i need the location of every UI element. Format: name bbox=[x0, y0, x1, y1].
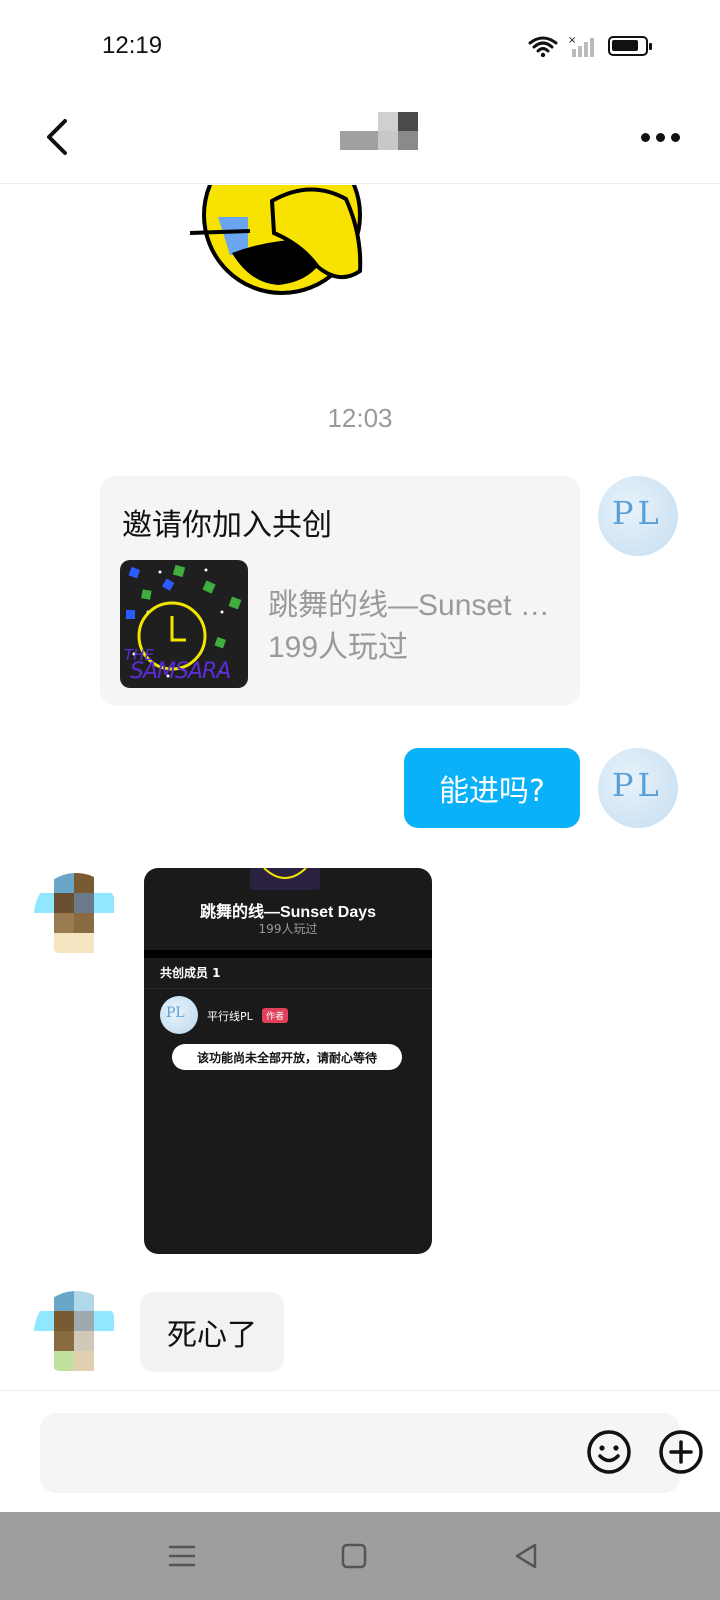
screenshot-divider bbox=[144, 950, 432, 958]
contact-avatar[interactable] bbox=[34, 873, 118, 957]
game-thumbnail: THE SAMSARA bbox=[120, 560, 248, 688]
status-bar: 12:19 × bbox=[0, 0, 720, 92]
chat-messages[interactable]: 12:03 邀请你加入共创 THE SAMSARA 跳舞的线—Sunset Da… bbox=[0, 185, 720, 1390]
status-time: 12:19 bbox=[102, 32, 163, 59]
status-icons: × bbox=[528, 34, 652, 58]
signal-icon: × bbox=[568, 35, 594, 57]
invite-card-title: 邀请你加入共创 bbox=[122, 508, 332, 543]
contact-avatar[interactable] bbox=[34, 1291, 118, 1375]
battery-icon bbox=[608, 36, 652, 56]
screenshot-game-thumb bbox=[250, 868, 320, 890]
message-input[interactable] bbox=[40, 1413, 703, 1493]
home-icon[interactable] bbox=[338, 1540, 370, 1572]
image-message[interactable]: 跳舞的线—Sunset Days 199人玩过 共创成员 1 PL 平行线PL … bbox=[144, 868, 432, 1254]
screenshot-play-count: 199人玩过 bbox=[258, 922, 318, 936]
more-button[interactable] bbox=[636, 122, 684, 152]
message-timestamp: 12:03 bbox=[327, 403, 393, 433]
plus-button[interactable] bbox=[658, 1429, 704, 1475]
screenshot-member-avatar: PL bbox=[160, 996, 198, 1034]
my-message-bubble[interactable]: 能进吗? bbox=[404, 748, 580, 828]
plus-circle-icon bbox=[659, 1430, 703, 1474]
back-button[interactable] bbox=[36, 112, 76, 162]
invite-card[interactable]: 邀请你加入共创 THE SAMSARA 跳舞的线—Sunset Days 199… bbox=[100, 476, 580, 706]
system-nav-bar bbox=[0, 1512, 720, 1600]
emoji-icon bbox=[587, 1430, 631, 1474]
my-avatar[interactable]: PL bbox=[598, 748, 678, 828]
screenshot-separator bbox=[144, 988, 432, 989]
back-nav-icon[interactable] bbox=[510, 1540, 542, 1572]
wifi-icon bbox=[528, 36, 558, 58]
contact-message-bubble[interactable]: 死心了 bbox=[140, 1292, 284, 1372]
avatar-text: PL bbox=[612, 766, 663, 804]
invite-card-game-name: 跳舞的线—Sunset Days bbox=[268, 589, 558, 622]
chat-header bbox=[0, 92, 720, 184]
menu-icon[interactable] bbox=[166, 1540, 198, 1572]
contact-name-pixelated bbox=[340, 112, 418, 150]
input-bar bbox=[0, 1390, 720, 1512]
my-avatar[interactable]: PL bbox=[598, 476, 678, 556]
screenshot-members-label: 共创成员 1 bbox=[160, 966, 221, 980]
screenshot-game-title: 跳舞的线—Sunset Days bbox=[199, 904, 377, 921]
emoji-button[interactable] bbox=[586, 1429, 632, 1475]
screenshot-member-name: 平行线PL bbox=[207, 1010, 253, 1023]
svg-text:SAMSARA: SAMSARA bbox=[130, 659, 230, 684]
emoji-sticker[interactable] bbox=[190, 185, 390, 305]
invite-card-play-count: 199人玩过 bbox=[268, 631, 409, 664]
screenshot-author-badge: 作者 bbox=[262, 1008, 289, 1023]
screenshot-toast: 该功能尚未全部开放，请耐心等待 bbox=[172, 1044, 402, 1070]
svg-text:×: × bbox=[568, 35, 576, 46]
chevron-left-icon bbox=[47, 119, 67, 155]
more-icon bbox=[640, 132, 650, 142]
avatar-text: PL bbox=[612, 494, 663, 532]
